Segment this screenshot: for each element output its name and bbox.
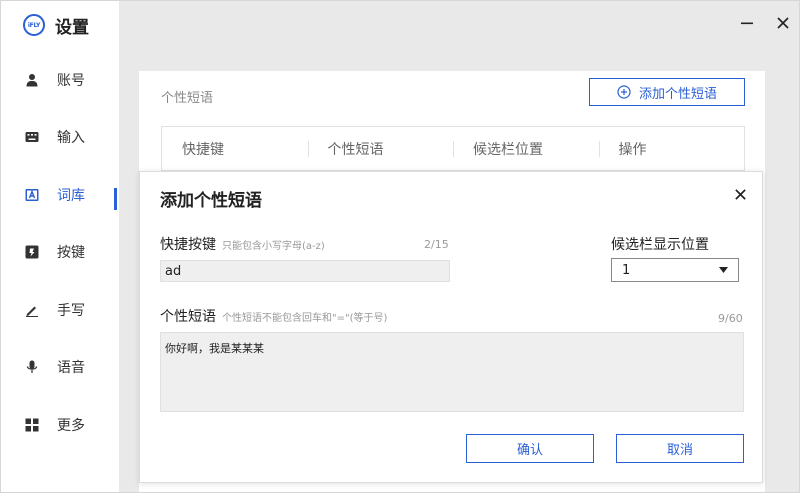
panel-title: 个性短语 <box>161 91 214 106</box>
confirm-button[interactable]: 确认 <box>466 434 594 463</box>
sidebar-item-more[interactable]: 更多 <box>1 396 119 454</box>
column-phrase: 个性短语 <box>307 139 454 159</box>
close-icon <box>734 188 746 200</box>
microphone-icon <box>25 360 39 374</box>
add-phrase-dialog: 添加个性短语 快捷按键只能包含小写字母(a-z) 2/15 候选栏显示位置 1 … <box>139 171 763 483</box>
shortcut-counter: 2/15 <box>424 238 449 251</box>
minimize-icon <box>741 22 753 25</box>
sidebar-item-label: 语音 <box>57 360 85 377</box>
settings-window: iFLY 设置 账号 输入 词库 按键 手写 语音 更多 个性短语 添加个性短语… <box>0 0 800 493</box>
sidebar-item-dictionary[interactable]: 词库 <box>1 166 119 224</box>
grid-icon <box>25 418 39 432</box>
pen-icon <box>25 303 39 317</box>
sidebar-item-label: 词库 <box>57 187 85 204</box>
dictionary-icon <box>25 188 39 202</box>
window-close-button[interactable] <box>765 5 799 41</box>
sidebar-item-label: 手写 <box>57 302 85 319</box>
minimize-button[interactable] <box>729 5 765 41</box>
sidebar-item-account[interactable]: 账号 <box>1 51 119 109</box>
add-phrase-label: 添加个性短语 <box>638 86 717 102</box>
column-shortcut: 快捷键 <box>182 141 224 158</box>
position-select-value: 1 <box>622 262 631 278</box>
user-icon <box>25 73 39 87</box>
column-actions: 操作 <box>598 139 745 159</box>
cancel-button[interactable]: 取消 <box>616 434 744 463</box>
sidebar-item-voice[interactable]: 语音 <box>1 339 119 397</box>
sidebar-item-label: 更多 <box>57 417 85 434</box>
keyboard-icon <box>25 130 39 144</box>
dialog-close-button[interactable] <box>730 184 750 204</box>
plus-circle-icon <box>617 85 631 99</box>
column-position: 候选栏位置 <box>453 139 599 159</box>
sidebar: iFLY 设置 账号 输入 词库 按键 手写 语音 更多 <box>1 1 119 492</box>
sidebar-nav: 账号 输入 词库 按键 手写 语音 更多 <box>1 51 119 454</box>
key-icon <box>25 245 39 259</box>
app-header: iFLY 设置 <box>23 11 89 39</box>
shortcut-hint: 只能包含小写字母(a-z) <box>222 241 325 252</box>
sidebar-item-label: 输入 <box>57 130 85 147</box>
window-controls <box>729 1 799 45</box>
shortcut-label-text: 快捷按键 <box>160 237 216 253</box>
phrase-hint: 个性短语不能包含回车和"="(等于号) <box>222 313 388 324</box>
sidebar-item-handwriting[interactable]: 手写 <box>1 281 119 339</box>
add-phrase-button[interactable]: 添加个性短语 <box>589 78 745 106</box>
shortcut-input[interactable] <box>160 260 450 282</box>
phrase-textarea[interactable]: 你好啊，我是某某某 <box>160 332 744 412</box>
close-icon <box>777 17 789 29</box>
ifly-logo-icon: iFLY <box>23 14 45 36</box>
sidebar-item-input[interactable]: 输入 <box>1 109 119 167</box>
sidebar-item-keys[interactable]: 按键 <box>1 224 119 282</box>
table-header: 快捷键 个性短语 候选栏位置 操作 <box>161 126 745 171</box>
sidebar-item-label: 按键 <box>57 245 85 262</box>
caret-down-icon <box>719 266 728 273</box>
phrase-label-text: 个性短语 <box>160 309 216 325</box>
phrase-label: 个性短语 个性短语不能包含回车和"="(等于号) <box>160 306 387 326</box>
dialog-title: 添加个性短语 <box>160 191 262 211</box>
sidebar-item-label: 账号 <box>57 72 85 89</box>
app-title: 设置 <box>55 17 89 38</box>
position-label: 候选栏显示位置 <box>611 237 709 253</box>
shortcut-label: 快捷按键 只能包含小写字母(a-z) <box>160 234 325 254</box>
phrase-counter: 9/60 <box>718 312 743 325</box>
position-select[interactable]: 1 <box>611 258 739 282</box>
